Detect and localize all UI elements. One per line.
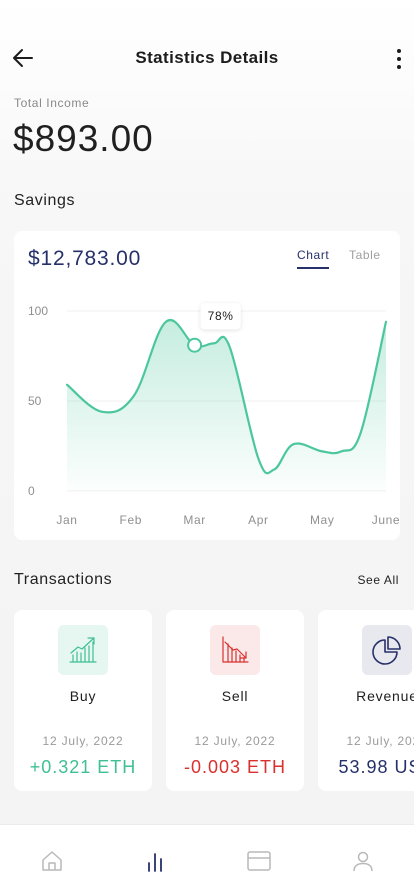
x-tick-label: Feb: [120, 513, 142, 527]
nav-profile[interactable]: [349, 847, 377, 875]
trend-up-icon: [69, 637, 97, 663]
pie-chart-icon: [372, 636, 401, 665]
chart-area-fill: [67, 320, 386, 491]
more-options-button[interactable]: [392, 44, 406, 72]
y-tick-label: 100: [28, 304, 48, 318]
transaction-card-sell[interactable]: Sell 12 July, 2022 -0.003 ETH: [166, 610, 304, 791]
see-all-button[interactable]: See All: [357, 573, 399, 587]
transaction-card-revenue[interactable]: Revenue 12 July, 2022 53.98 USD: [318, 610, 414, 791]
x-tick-label: Mar: [183, 513, 205, 527]
chart-tooltip: 78%: [200, 303, 241, 330]
statistics-details-screen: Statistics Details Total Income $893.00 …: [0, 0, 414, 896]
transaction-label: Revenue: [356, 688, 414, 704]
savings-amount: $12,783.00: [28, 247, 142, 270]
header: Statistics Details: [0, 40, 414, 76]
tab-table[interactable]: Table: [349, 248, 381, 262]
nav-home[interactable]: [38, 847, 66, 875]
tab-chart[interactable]: Chart: [297, 248, 330, 269]
transaction-date: 12 July, 2022: [346, 734, 414, 748]
total-income-label: Total Income: [14, 96, 90, 110]
chart-tooltip-label: 78%: [208, 309, 234, 323]
transaction-amount: +0.321 ETH: [29, 757, 137, 777]
transaction-label: Sell: [221, 688, 249, 704]
transaction-icon-box: [210, 625, 260, 675]
more-vertical-icon: [397, 49, 401, 69]
card-icon: [247, 851, 271, 871]
x-tick-label: June: [372, 513, 400, 527]
transactions-section-title: Transactions: [14, 571, 113, 588]
x-tick-label: May: [310, 513, 334, 527]
savings-card: 0 50 100 Jan Feb Mar Apr May June 78% $12,783.0…: [14, 231, 400, 540]
transaction-card-buy[interactable]: Buy 12 July, 2022 +0.321 ETH: [14, 610, 152, 791]
chart-highlight-point[interactable]: [187, 337, 203, 353]
y-tick-label: 50: [28, 394, 42, 408]
nav-card[interactable]: [245, 847, 273, 875]
profile-icon: [353, 851, 373, 872]
stats-icon: [148, 853, 162, 872]
savings-chart: 0 50 100 Jan Feb Mar Apr May June 78%: [28, 303, 400, 527]
transaction-label: Buy: [69, 688, 97, 704]
transaction-date: 12 July, 2022: [42, 734, 124, 748]
savings-section-title: Savings: [14, 192, 76, 209]
y-tick-label: 0: [28, 484, 35, 498]
x-tick-label: Jan: [56, 513, 77, 527]
x-tick-label: Apr: [248, 513, 268, 527]
bottom-navigation: [0, 824, 414, 896]
transaction-date: 12 July, 2022: [194, 734, 276, 748]
transaction-amount: -0.003 ETH: [183, 757, 287, 777]
trend-down-icon: [222, 636, 249, 663]
total-income-value: $893.00: [13, 118, 154, 159]
home-icon: [42, 851, 62, 871]
transaction-icon-box: [362, 625, 412, 675]
transaction-amount: 53.98 USD: [338, 757, 414, 777]
page-title: Statistics Details: [135, 48, 279, 67]
transactions-list: Buy 12 July, 2022 +0.321 ETH Sell 12 Jul…: [14, 610, 414, 791]
transaction-icon-box: [58, 625, 108, 675]
nav-stats[interactable]: [141, 847, 169, 875]
